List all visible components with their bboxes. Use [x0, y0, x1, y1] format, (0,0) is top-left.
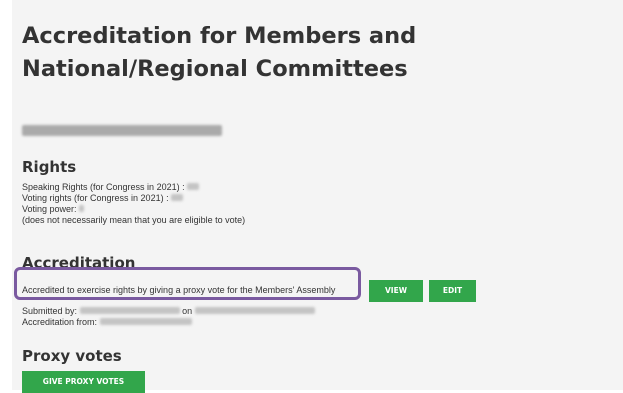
rights-heading: Rights	[22, 158, 77, 176]
submitted-by-label: Submitted by:	[22, 306, 78, 316]
voting-rights-label: Voting rights (for Congress in 2021) :	[22, 193, 169, 203]
proxy-votes-heading: Proxy votes	[22, 347, 122, 365]
voting-power-row: Voting power:	[22, 204, 245, 215]
eligibility-note: (does not necessarily mean that you are …	[22, 215, 246, 225]
redacted-value	[194, 307, 315, 314]
redacted-value	[187, 183, 200, 190]
speaking-rights-row: Speaking Rights (for Congress in 2021) :	[22, 182, 245, 193]
speaking-rights-label: Speaking Rights (for Congress in 2021) :	[22, 182, 185, 192]
status-highlight-box	[14, 267, 361, 300]
voting-power-label: Voting power:	[22, 204, 77, 214]
on-label: on	[182, 306, 193, 316]
redacted-value	[79, 307, 180, 314]
page-title: Accreditation for Members and National/R…	[22, 23, 417, 82]
edit-button[interactable]: EDIT	[429, 280, 476, 302]
submission-details: Submitted by: on Accreditation from:	[22, 306, 315, 328]
rights-details: Speaking Rights (for Congress in 2021) :…	[22, 182, 245, 226]
redacted-value	[79, 205, 85, 212]
view-button[interactable]: VIEW	[369, 280, 423, 302]
organization-name-redacted	[22, 125, 222, 136]
accreditation-from-row: Accreditation from:	[22, 317, 315, 328]
submitted-by-row: Submitted by: on	[22, 306, 315, 317]
redacted-value	[99, 318, 192, 325]
accreditation-from-label: Accreditation from:	[22, 317, 98, 327]
redacted-value	[171, 194, 184, 201]
voting-rights-row: Voting rights (for Congress in 2021) :	[22, 193, 245, 204]
